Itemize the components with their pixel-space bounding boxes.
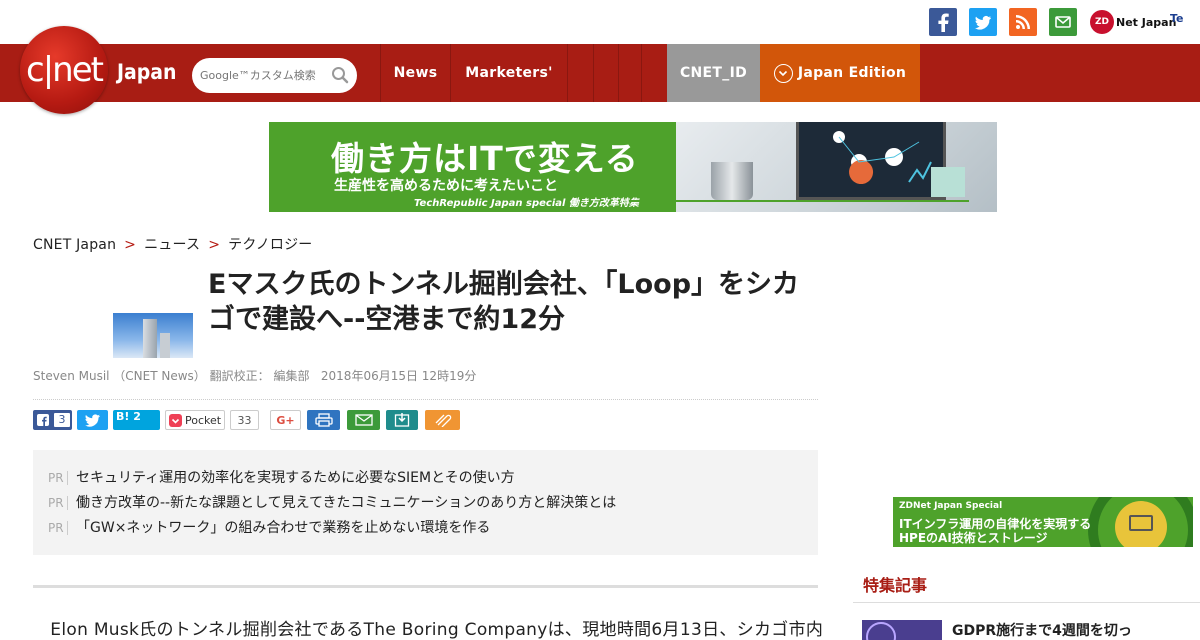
facebook-icon xyxy=(37,414,49,426)
edition-label: Japan xyxy=(117,60,177,84)
rss-icon[interactable] xyxy=(1009,8,1037,36)
thumbnail-graphic xyxy=(866,622,896,640)
search-input[interactable] xyxy=(198,68,328,83)
zdnet-japan-link[interactable]: ZD Net Japan xyxy=(1090,9,1176,35)
box-image xyxy=(931,167,965,197)
byline-date: 2018年06月15日 12時19分 xyxy=(320,369,477,383)
breadcrumb-technology[interactable]: テクノロジー xyxy=(228,237,312,253)
nav-item-4[interactable] xyxy=(593,44,618,102)
nav-cnet-id[interactable]: CNET_ID xyxy=(667,44,760,102)
sidebar-ad-label: ZDNet Japan Special xyxy=(899,501,1003,511)
google-plus-button[interactable]: G+ xyxy=(270,410,301,430)
pr-tag: PR xyxy=(48,521,68,535)
breadcrumb-home[interactable]: CNET Japan xyxy=(33,237,116,253)
article-thumbnail xyxy=(113,313,193,358)
byline-author: Steven Musil （CNET News） 翻訳校正： 編集部 xyxy=(33,369,310,383)
pr-link[interactable]: PR 「GW×ネットワーク」の組み合わせで業務を止めない環境を作る xyxy=(48,517,490,537)
article-title: Eマスク氏のトンネル掘削会社、「Loop」をシカゴで建設へ--空港まで約12分 xyxy=(208,269,800,335)
article-byline: Steven Musil （CNET News） 翻訳校正： 編集部 2018年… xyxy=(33,367,476,384)
banner-ad[interactable]: 働き方はITで変える 生産性を高めるために考えたいこと TechRepublic… xyxy=(269,122,997,212)
sidebar-item-thumbnail[interactable] xyxy=(862,620,942,640)
clip-button[interactable] xyxy=(425,410,460,430)
pr-text: 「GW×ネットワーク」の組み合わせで業務を止めない環境を作る xyxy=(76,520,491,536)
laptop-image xyxy=(796,122,946,200)
cnet-logo[interactable]: c|net xyxy=(20,26,108,114)
sidebar-section-header: 特集記事 xyxy=(853,558,1200,603)
breadcrumb-separator: > xyxy=(124,237,137,253)
print-button[interactable] xyxy=(307,410,340,430)
nav-news[interactable]: News xyxy=(380,44,450,102)
twitter-icon[interactable] xyxy=(969,8,997,36)
sidebar-section-title: 特集記事 xyxy=(863,576,928,595)
nav-marketers[interactable]: Marketers' xyxy=(450,44,567,102)
breadcrumb: CNET Japan > ニュース > テクノロジー xyxy=(33,234,313,254)
banner-ad-subline: 生産性を高めるために考えたいこと xyxy=(334,178,558,194)
mug-image xyxy=(711,162,753,200)
pr-link[interactable]: PR セキュリティ運用の効率化を実現するために必要なSIEMとその使い方 xyxy=(48,467,515,487)
banner-ad-footer: TechRepublic Japan special 働き方改革特集 xyxy=(414,198,639,209)
pocket-label: Pocket xyxy=(185,413,222,427)
pocket-button[interactable]: Pocket xyxy=(165,410,225,430)
twitter-share-button[interactable] xyxy=(77,410,108,430)
facebook-share-count: 3 xyxy=(54,413,70,427)
search-icon[interactable] xyxy=(331,66,349,88)
nav-japan-edition[interactable]: Japan Edition xyxy=(760,44,920,102)
banner-ad-arrow xyxy=(629,200,969,202)
twitter-icon xyxy=(85,413,100,427)
pr-text: 働き方改革の--新たな課題として見えてきたコミュニケーションのあり方と解決策とは xyxy=(76,495,617,511)
pr-link[interactable]: PR 働き方改革の--新たな課題として見えてきたコミュニケーションのあり方と解決策… xyxy=(48,492,616,512)
article-body: Elon Musk氏のトンネル掘削会社であるThe Boring Company… xyxy=(50,620,823,640)
breadcrumb-separator: > xyxy=(208,237,221,253)
monitor-icon xyxy=(1129,515,1153,531)
techrepublic-link[interactable]: Te xyxy=(1170,12,1184,25)
facebook-share-button[interactable]: 3 xyxy=(33,410,72,430)
breadcrumb-news[interactable]: ニュース xyxy=(144,237,200,253)
cnet-logo-text: c|net xyxy=(26,50,104,90)
save-button[interactable] xyxy=(386,410,418,430)
pocket-icon xyxy=(169,413,182,427)
hatena-count: 2 xyxy=(133,410,141,423)
email-share-button[interactable] xyxy=(347,410,380,430)
banner-ad-headline: 働き方はITで変える xyxy=(331,139,639,178)
pr-tag: PR xyxy=(48,496,68,510)
top-strip: ZD Net Japan Te xyxy=(0,0,1200,44)
pocket-count: 33 xyxy=(230,410,259,430)
paperclip-icon xyxy=(435,414,451,427)
hatena-label: B! xyxy=(116,410,130,423)
nav-item-5[interactable] xyxy=(618,44,642,102)
hatena-bookmark-button[interactable]: B! 2 xyxy=(113,410,160,430)
zdnet-label: Net Japan xyxy=(1116,15,1177,29)
nav-item-3[interactable] xyxy=(567,44,593,102)
sidebar-ad-line2: HPEのAI技術とストレージ xyxy=(899,531,1048,545)
thumbnail-tower xyxy=(160,333,170,358)
thumbnail-tower xyxy=(143,319,157,358)
sidebar-ad[interactable]: ZDNet Japan Special ITインフラ運用の自律化を実現する HP… xyxy=(893,497,1193,547)
pr-text: セキュリティ運用の効率化を実現するために必要なSIEMとその使い方 xyxy=(76,470,515,486)
chevron-down-icon xyxy=(773,63,793,83)
divider xyxy=(33,399,818,400)
sidebar-item-title[interactable]: GDPR施行まで4週間を切っ xyxy=(952,620,1132,640)
pr-box: PR セキュリティ運用の効率化を実現するために必要なSIEMとその使い方 PR 働き… xyxy=(33,450,818,555)
download-icon xyxy=(394,413,410,427)
pr-tag: PR xyxy=(48,471,68,485)
search-box[interactable] xyxy=(192,58,357,93)
print-icon xyxy=(314,413,333,427)
mail-icon[interactable] xyxy=(1049,8,1077,36)
facebook-icon[interactable] xyxy=(929,8,957,36)
banner-ad-photo xyxy=(676,122,997,212)
zdnet-logo: ZD xyxy=(1090,10,1114,34)
article-divider xyxy=(33,585,818,588)
japan-edition-label: Japan Edition xyxy=(797,65,907,81)
mail-icon xyxy=(354,414,373,426)
